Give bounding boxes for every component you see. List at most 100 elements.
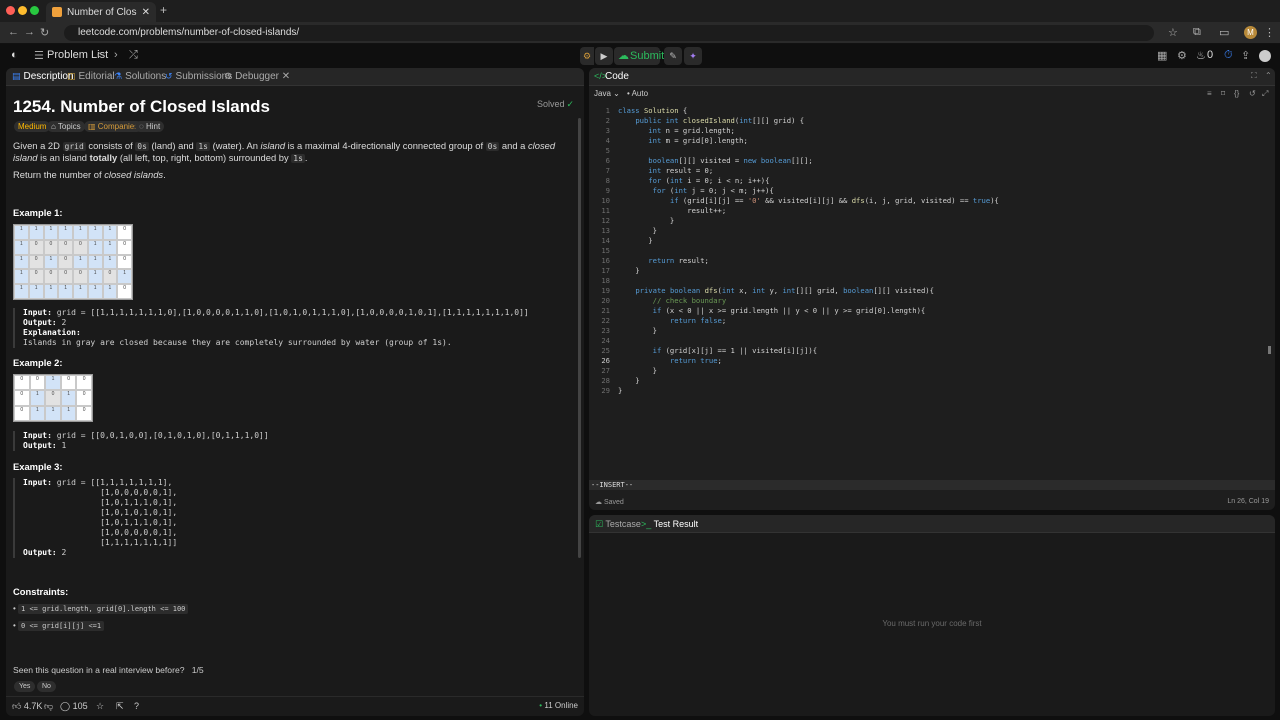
tab-test-result[interactable]: >_ Test Result [641,519,698,529]
forward-icon[interactable]: → [24,26,35,38]
random-problem-icon[interactable]: ⤮ [129,49,138,62]
reload-icon[interactable]: ↻ [40,26,49,39]
code-line[interactable]: 8 for (int i = 0; i < n; i++){ [589,176,1269,186]
tab-description[interactable]: ▤ Description [12,71,74,82]
maximize-panel-icon[interactable]: ⛶ [1251,71,1257,81]
code-line[interactable]: 14 } [589,236,1269,246]
hint-tag[interactable]: ◌ Hint [135,121,165,132]
user-avatar[interactable] [1259,50,1271,62]
code-line[interactable]: 11 result++; [589,206,1269,216]
constraint-item: • 1 <= grid.length, grid[0].length <= 10… [13,604,189,614]
share-link-icon[interactable]: ⇱ [116,701,124,712]
reset-code-icon[interactable]: ↺ [1249,89,1256,98]
bookmark-icon[interactable]: ⌑ [1221,89,1225,98]
code-line[interactable]: 20 // check boundary [589,296,1269,306]
maximize-window-button[interactable] [30,6,39,15]
tab-solutions[interactable]: ⚗ Solutions [114,71,166,82]
tab-debugger[interactable]: ⚙ Debugger ✕ [224,71,290,82]
cast-icon[interactable]: ▭ [1219,26,1229,39]
code-editor[interactable]: 1 class Solution {2 public int closedIsla… [589,106,1269,396]
code-line[interactable]: 17 } [589,266,1269,276]
yes-button[interactable]: Yes [14,681,36,692]
code-line[interactable]: 2 public int closedIsland(int[][] grid) … [589,116,1269,126]
code-line[interactable]: 13 } [589,226,1269,236]
code-line[interactable]: 10 if (grid[i][j] == '0' && visited[i][j… [589,196,1269,206]
code-line[interactable]: 4 int m = grid[0].length; [589,136,1269,146]
code-line[interactable]: 22 return false; [589,316,1269,326]
language-select[interactable]: Java ⌄ [594,89,620,98]
run-button[interactable]: ▶ [595,47,613,65]
collapse-panel-icon[interactable]: ⌃ [1265,71,1272,80]
fullscreen-icon[interactable]: ⤢ [1262,89,1268,99]
code-line[interactable]: 3 int n = grid.length; [589,126,1269,136]
dislike-icon[interactable]: 👎︎ [44,701,53,712]
code-line[interactable]: 26 return true; [589,356,1269,366]
ai-assist-icon[interactable]: ✦ [684,47,702,65]
code-line[interactable]: 15 [589,246,1269,256]
checkbox-icon: ☑ [595,519,606,529]
code-line[interactable]: 7 int result = 0; [589,166,1269,176]
submit-button[interactable]: ☁ Submit [614,47,664,65]
code-line[interactable]: 18 [589,276,1269,286]
extensions-icon[interactable]: ⧉ [1193,26,1201,39]
browser-tab[interactable]: Number of Closed Islands - L ✕ [46,2,156,22]
timer-icon[interactable]: ⏱ [1224,49,1233,62]
format-icon[interactable]: ≡ [1207,89,1212,98]
leetcode-logo-icon[interactable]: ◐ [11,49,18,61]
braces-icon[interactable]: {} [1234,89,1239,98]
minimize-window-button[interactable] [18,6,27,15]
code-line[interactable]: 19 private boolean dfs(int x, int y, int… [589,286,1269,296]
close-window-button[interactable] [6,6,15,15]
autocomplete-toggle[interactable]: • Auto [627,89,648,98]
settings-gear-icon[interactable]: ⚙ [1177,49,1187,62]
close-debugger-tab-icon[interactable]: ✕ [282,71,290,82]
code-line[interactable]: 6 boolean[][] visited = new boolean[][]; [589,156,1269,166]
code-line[interactable]: 1 class Solution { [589,106,1269,116]
code-line[interactable]: 25 if (grid[x][j] == 1 || visited[i][j])… [589,346,1269,356]
share-icon[interactable]: ⇪ [1241,49,1250,62]
topics-tag[interactable]: ⌂ Topics [47,121,85,132]
companies-tag[interactable]: ▥ Companies [84,121,143,132]
favorite-star-icon[interactable]: ☆ [96,701,104,712]
like-button[interactable]: 👍︎ 4.7K [12,701,42,712]
code-line[interactable]: 24 [589,336,1269,346]
browser-profile-avatar[interactable]: M [1244,26,1257,39]
close-tab-icon[interactable]: ✕ [142,7,150,18]
bookmark-star-icon[interactable]: ☆ [1168,26,1178,39]
tab-submissions[interactable]: ↺ Submissions [165,71,232,82]
tab-editorial[interactable]: ◫ Editorial [67,71,115,82]
prev-problem-icon[interactable]: ‹ [97,49,101,61]
code-line[interactable]: 5 [589,146,1269,156]
code-line[interactable]: 28 } [589,376,1269,386]
editor-scrollbar[interactable] [1268,346,1271,354]
input-label: Input: [23,308,52,317]
new-tab-icon[interactable]: + [160,3,167,17]
grid-cell: 1 [60,390,77,406]
code-line[interactable]: 27 } [589,366,1269,376]
desc-text: Return the number of [13,169,105,180]
streak-fire-icon[interactable]: ♨ [1196,49,1206,62]
code-text: int result = 0; [648,166,714,175]
tab-testcase[interactable]: ☑ Testcase [595,519,641,530]
grid-cell: 1 [58,284,73,299]
code-line[interactable]: 12 } [589,216,1269,226]
debug-icon[interactable]: ⚙ [580,47,594,65]
code-line[interactable]: 21 if (x < 0 || x >= grid.length || y < … [589,306,1269,316]
notes-icon[interactable]: ✎ [664,47,682,65]
chevron-down-icon: ⌄ [613,89,620,98]
comment-icon: ◯ [60,701,73,711]
code-line[interactable]: 16 return result; [589,256,1269,266]
back-icon[interactable]: ← [8,26,19,38]
next-problem-icon[interactable]: › [114,49,118,61]
layout-icon[interactable]: ▦ [1157,49,1167,62]
url-field[interactable]: leetcode.com/problems/number-of-closed-i… [64,25,1154,41]
code-line[interactable]: 29} [589,386,1269,396]
description-scrollbar[interactable] [578,118,581,558]
grid-cell: 0 [117,239,132,255]
no-button[interactable]: No [37,681,56,692]
help-icon[interactable]: ? [134,701,139,711]
comments-button[interactable]: ◯ 105 [60,701,88,712]
code-line[interactable]: 23 } [589,326,1269,336]
code-line[interactable]: 9 for (int j = 0; j < m; j++){ [589,186,1269,196]
browser-menu-icon[interactable]: ⋮ [1264,26,1275,39]
